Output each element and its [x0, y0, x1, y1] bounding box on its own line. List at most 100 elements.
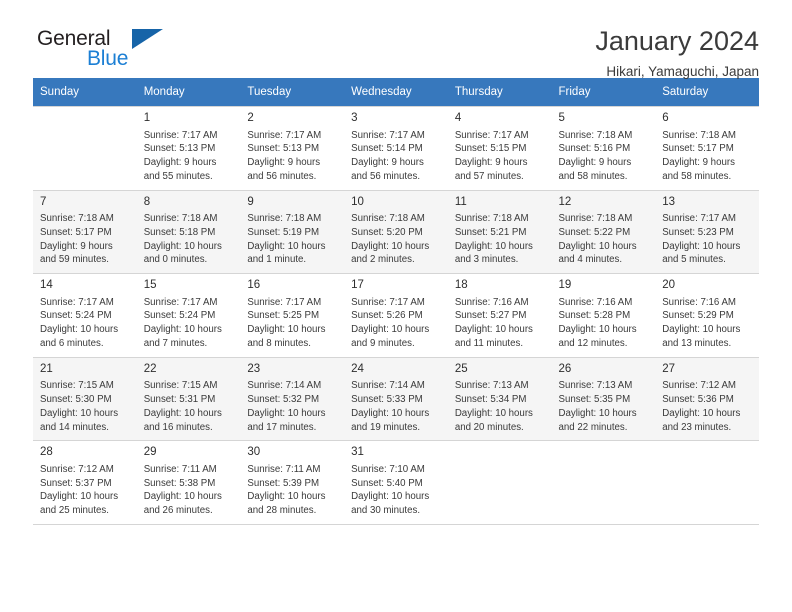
day-cell-content: 11 Sunrise: 7:18 AM Sunset: 5:21 PM Dayligh… — [448, 191, 552, 274]
calendar-day-cell[interactable]: 5 Sunrise: 7:18 AM Sunset: 5:16 PM Daylight… — [551, 106, 656, 191]
calendar-day-cell[interactable]: 19 Sunrise: 7:16 AM Sunset: 5:28 PM Dayligh… — [551, 273, 656, 358]
daylight-duration-line2: and 28 minutes. — [247, 505, 317, 517]
day-number: 8 — [143, 195, 151, 208]
day-sun-info: Sunrise: 7:13 AM Sunset: 5:35 PM Daylight:… — [559, 379, 649, 434]
sunset-time: Sunset: 5:13 PM — [247, 143, 320, 155]
logo-text-general: General — [37, 27, 111, 50]
calendar-day-cell[interactable]: 26 Sunrise: 7:13 AM Sunset: 5:35 PM Dayligh… — [551, 356, 656, 442]
day-sun-info: Sunrise: 7:17 AM Sunset: 5:26 PM Daylight:… — [351, 296, 441, 351]
sunrise-time: Sunrise: 7:11 AM — [247, 463, 321, 475]
daylight-duration-line2: and 0 minutes. — [143, 254, 208, 266]
day-cell-content: 8 Sunrise: 7:18 AM Sunset: 5:18 PM Daylight… — [137, 191, 241, 274]
sunrise-time: Sunrise: 7:17 AM — [247, 296, 322, 308]
sunset-time: Sunset: 5:39 PM — [247, 477, 320, 489]
calendar-day-cell[interactable]: 18 Sunrise: 7:16 AM Sunset: 5:27 PM Dayligh… — [447, 273, 552, 358]
day-cell-content: 10 Sunrise: 7:18 AM Sunset: 5:20 PM Dayligh… — [344, 191, 448, 274]
calendar-day-cell[interactable]: 7 Sunrise: 7:18 AM Sunset: 5:17 PM Daylight… — [33, 189, 137, 275]
daylight-duration-line1: Daylight: 10 hours — [351, 407, 430, 419]
daylight-duration-line1: Daylight: 10 hours — [351, 324, 430, 336]
sunset-time: Sunset: 5:35 PM — [558, 394, 631, 406]
calendar-day-cell[interactable]: 28 Sunrise: 7:12 AM Sunset: 5:37 PM Dayligh… — [33, 440, 137, 525]
calendar-day-cell-empty — [551, 440, 656, 525]
day-cell-content: 7 Sunrise: 7:18 AM Sunset: 5:17 PM Daylight… — [33, 191, 137, 274]
calendar-day-cell[interactable]: 22 Sunrise: 7:15 AM Sunset: 5:31 PM Dayligh… — [136, 356, 241, 442]
daylight-duration-line2: and 2 minutes. — [351, 254, 415, 266]
calendar-week-row: 28 Sunrise: 7:12 AM Sunset: 5:37 PM Dayligh… — [33, 440, 759, 525]
sunset-time: Sunset: 5:26 PM — [351, 310, 423, 322]
calendar-day-cell[interactable]: 31 Sunrise: 7:10 AM Sunset: 5:40 PM Dayligh… — [344, 440, 448, 525]
weekday-header-monday: Monday — [136, 78, 241, 107]
generalblue-logo[interactable]: General Blue — [33, 26, 203, 74]
day-number: 23 — [247, 362, 261, 375]
daylight-duration-line2: and 57 minutes. — [454, 170, 524, 182]
calendar-day-cell[interactable]: 8 Sunrise: 7:18 AM Sunset: 5:18 PM Daylight… — [136, 189, 241, 275]
sunrise-time: Sunrise: 7:18 AM — [247, 213, 322, 225]
calendar-day-cell[interactable]: 27 Sunrise: 7:12 AM Sunset: 5:36 PM Dayligh… — [655, 356, 759, 442]
daylight-duration-line1: Daylight: 10 hours — [558, 407, 637, 419]
sunrise-time: Sunrise: 7:14 AM — [351, 380, 425, 392]
day-number: 10 — [351, 195, 364, 208]
day-cell-content: 30 Sunrise: 7:11 AM Sunset: 5:39 PM Dayligh… — [240, 441, 344, 524]
day-cell-content: 2 Sunrise: 7:17 AM Sunset: 5:13 PM Daylight… — [240, 107, 344, 190]
calendar-day-cell[interactable]: 12 Sunrise: 7:18 AM Sunset: 5:22 PM Dayligh… — [551, 189, 656, 275]
sunset-time: Sunset: 5:34 PM — [454, 394, 527, 406]
calendar-day-cell[interactable]: 11 Sunrise: 7:18 AM Sunset: 5:21 PM Dayligh… — [447, 189, 552, 275]
calendar-day-cell[interactable]: 23 Sunrise: 7:14 AM Sunset: 5:32 PM Dayligh… — [240, 356, 345, 442]
calendar-day-cell[interactable]: 29 Sunrise: 7:11 AM Sunset: 5:38 PM Dayligh… — [136, 440, 241, 525]
calendar-day-cell[interactable]: 25 Sunrise: 7:13 AM Sunset: 5:34 PM Dayligh… — [447, 356, 552, 442]
day-sun-info: Sunrise: 7:18 AM Sunset: 5:17 PM Daylight:… — [662, 129, 752, 184]
day-cell-content: 29 Sunrise: 7:11 AM Sunset: 5:38 PM Dayligh… — [137, 441, 241, 524]
calendar-day-cell[interactable]: 10 Sunrise: 7:18 AM Sunset: 5:20 PM Dayligh… — [344, 189, 448, 275]
day-cell-content: 15 Sunrise: 7:17 AM Sunset: 5:24 PM Dayligh… — [137, 274, 241, 357]
daylight-duration-line1: Daylight: 9 hours — [454, 157, 528, 169]
calendar-day-cell[interactable]: 4 Sunrise: 7:17 AM Sunset: 5:15 PM Daylight… — [447, 106, 552, 191]
sunset-time: Sunset: 5:33 PM — [351, 394, 423, 406]
sunset-time: Sunset: 5:28 PM — [558, 310, 631, 322]
calendar-day-cell[interactable]: 9 Sunrise: 7:18 AM Sunset: 5:19 PM Daylight… — [240, 189, 345, 275]
calendar-day-cell-empty — [447, 440, 552, 525]
calendar-day-cell[interactable]: 16 Sunrise: 7:17 AM Sunset: 5:25 PM Dayligh… — [240, 273, 345, 358]
calendar-day-cell[interactable]: 13 Sunrise: 7:17 AM Sunset: 5:23 PM Dayligh… — [655, 189, 759, 275]
calendar-day-cell[interactable]: 30 Sunrise: 7:11 AM Sunset: 5:39 PM Dayligh… — [240, 440, 345, 525]
calendar-day-cell[interactable]: 3 Sunrise: 7:17 AM Sunset: 5:14 PM Daylight… — [344, 106, 448, 191]
day-number: 6 — [662, 112, 669, 124]
sunrise-time: Sunrise: 7:13 AM — [454, 380, 529, 392]
calendar-day-cell[interactable]: 21 Sunrise: 7:15 AM Sunset: 5:30 PM Dayligh… — [33, 356, 137, 442]
daylight-duration-line2: and 13 minutes. — [662, 337, 732, 349]
sunset-time: Sunset: 5:23 PM — [662, 226, 734, 238]
day-cell-content: 3 Sunrise: 7:17 AM Sunset: 5:14 PM Daylight… — [344, 107, 448, 190]
sunset-time: Sunset: 5:17 PM — [662, 143, 734, 155]
calendar-day-cell[interactable]: 15 Sunrise: 7:17 AM Sunset: 5:24 PM Dayligh… — [136, 273, 241, 358]
calendar-day-cell[interactable]: 1 Sunrise: 7:17 AM Sunset: 5:13 PM Daylight… — [136, 106, 241, 191]
daylight-duration-line1: Daylight: 10 hours — [40, 407, 119, 419]
day-cell-content: 22 Sunrise: 7:15 AM Sunset: 5:31 PM Dayligh… — [137, 358, 241, 441]
sunset-time: Sunset: 5:24 PM — [143, 310, 216, 322]
sunset-time: Sunset: 5:14 PM — [351, 143, 423, 155]
daylight-duration-line1: Daylight: 10 hours — [247, 407, 326, 419]
sunrise-time: Sunrise: 7:14 AM — [247, 380, 322, 392]
sunrise-time: Sunrise: 7:18 AM — [454, 213, 529, 225]
sunrise-time: Sunrise: 7:17 AM — [143, 129, 218, 141]
day-sun-info: Sunrise: 7:13 AM Sunset: 5:34 PM Daylight:… — [455, 379, 545, 434]
daylight-duration-line1: Daylight: 10 hours — [558, 324, 637, 336]
daylight-duration-line2: and 58 minutes. — [662, 170, 732, 182]
calendar-day-cell[interactable]: 24 Sunrise: 7:14 AM Sunset: 5:33 PM Dayligh… — [344, 356, 448, 442]
calendar-day-cell[interactable]: 14 Sunrise: 7:17 AM Sunset: 5:24 PM Dayligh… — [33, 273, 137, 358]
daylight-duration-line2: and 26 minutes. — [143, 505, 213, 517]
daylight-duration-line1: Daylight: 10 hours — [558, 240, 637, 252]
day-number: 26 — [558, 362, 572, 375]
calendar-day-cell[interactable]: 6 Sunrise: 7:18 AM Sunset: 5:17 PM Daylight… — [655, 106, 759, 191]
day-number: 17 — [351, 279, 364, 292]
page-header: General Blue January 2024 Hikari, Yamagu… — [33, 0, 759, 79]
calendar-body: 1 Sunrise: 7:17 AM Sunset: 5:13 PM Daylight… — [33, 106, 759, 525]
calendar-day-cell[interactable]: 17 Sunrise: 7:17 AM Sunset: 5:26 PM Dayligh… — [344, 273, 448, 358]
day-sun-info: Sunrise: 7:14 AM Sunset: 5:33 PM Daylight:… — [351, 379, 441, 434]
sunrise-time: Sunrise: 7:18 AM — [143, 213, 218, 225]
daylight-duration-line1: Daylight: 10 hours — [662, 407, 741, 419]
sunrise-time: Sunrise: 7:12 AM — [40, 463, 114, 475]
day-number: 24 — [351, 362, 364, 375]
calendar-day-cell[interactable]: 2 Sunrise: 7:17 AM Sunset: 5:13 PM Daylight… — [240, 106, 345, 191]
calendar-day-cell[interactable]: 20 Sunrise: 7:16 AM Sunset: 5:29 PM Dayligh… — [655, 273, 759, 358]
sunrise-time: Sunrise: 7:16 AM — [662, 296, 736, 308]
day-number: 15 — [143, 279, 157, 292]
